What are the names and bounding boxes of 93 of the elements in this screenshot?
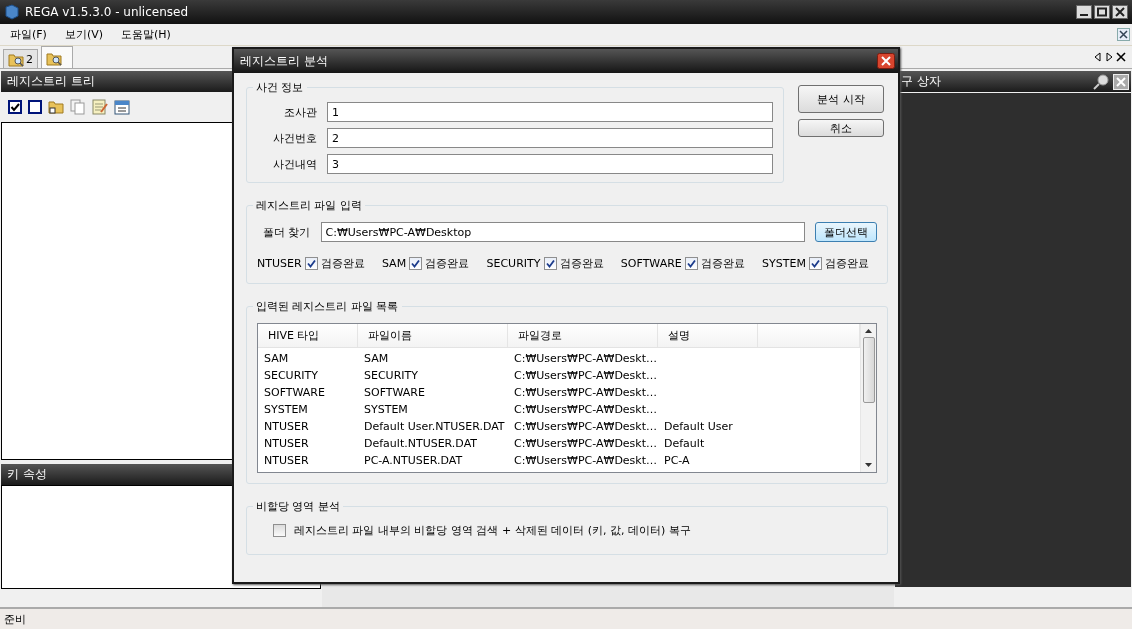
document-tab[interactable] <box>41 46 73 68</box>
input-field[interactable]: 2 <box>327 128 773 148</box>
field-label: 사건내역 <box>272 156 317 172</box>
close-icon[interactable] <box>1112 5 1128 19</box>
table-cell-text: PC-A <box>663 454 691 467</box>
table-cell-text: NTUSER <box>263 454 310 467</box>
table-cell-text: C:₩Users₩PC-A₩Deskt… <box>513 403 658 416</box>
status-label: 검증완료 <box>700 256 745 271</box>
table-cell-text: C:₩Users₩PC-A₩Deskt… <box>513 420 658 433</box>
table-cell-text: SECURITY <box>263 369 319 382</box>
table-cell-text: SOFTWARE <box>363 386 426 399</box>
table-cell-text: C:₩Users₩PC-A₩Deskt… <box>513 454 658 467</box>
right-arrow-icon[interactable] <box>1105 52 1113 62</box>
panel-title: 구 상자 <box>901 73 941 90</box>
folder-magnifier-icon <box>8 51 24 67</box>
table-cell-text: PC-A.NTUSER.DAT <box>363 454 464 467</box>
window-title: REGA v1.5.3.0 - unlicensed <box>25 5 189 19</box>
table-cell-text: Default <box>663 437 706 450</box>
maximize-icon[interactable] <box>1094 5 1110 19</box>
left-arrow-icon[interactable] <box>1094 52 1102 62</box>
field-label: 폴더 찾기 <box>262 224 311 240</box>
table-cell-text: SYSTEM <box>363 403 409 416</box>
notepad-pencil-icon[interactable] <box>92 99 108 115</box>
group-label: 사건 정보 <box>253 80 307 95</box>
table-cell-text: Default User.NTUSER.DAT <box>363 420 506 433</box>
table-cell-text: Default.NTUSER.DAT <box>363 437 479 450</box>
hive-label: SAM <box>381 257 407 270</box>
empty-box-icon[interactable] <box>28 100 42 114</box>
group-label: 레지스트리 파일 입력 <box>253 198 365 213</box>
cancel-button[interactable]: 취소 <box>798 119 884 137</box>
group-label: 비할당 영역 분석 <box>253 499 343 514</box>
hive-label: SYSTEM <box>762 257 806 270</box>
column-header[interactable]: 파일이름 <box>358 324 508 347</box>
table-cell-text: C:₩Users₩PC-A₩Deskt… <box>513 437 658 450</box>
table-cell-text: C:₩Users₩PC-A₩Deskt… <box>513 369 658 382</box>
checkbox[interactable] <box>808 257 822 270</box>
hive-label: SOFTWARE <box>620 257 682 270</box>
checked-box-icon[interactable] <box>8 100 22 114</box>
checkmark-icon <box>810 259 820 268</box>
table-cell-text: NTUSER <box>263 420 310 433</box>
close-icon[interactable] <box>877 53 895 69</box>
table-cell-text: SECURITY <box>363 369 419 382</box>
close-icon[interactable] <box>1116 52 1126 62</box>
hive-label: NTUSER <box>257 257 302 270</box>
table-cell-text: SOFTWARE <box>263 386 326 399</box>
up-arrow-icon[interactable] <box>865 329 872 333</box>
dialog-title: 레지스트리 분석 <box>240 52 328 70</box>
column-header[interactable]: HIVE 타입 <box>258 324 358 347</box>
checkmark-icon <box>306 259 316 268</box>
folder-icon[interactable] <box>48 99 64 115</box>
checkbox[interactable] <box>684 257 698 270</box>
scroll-thumb[interactable] <box>862 337 875 403</box>
checkmark-icon <box>545 259 555 268</box>
app-icon <box>4 4 20 20</box>
menu-item[interactable]: 도움말(H) <box>121 27 171 42</box>
menu-item[interactable]: 보기(V) <box>64 27 104 42</box>
folder-select-button[interactable]: 폴더선택 <box>815 222 877 242</box>
checkbox[interactable] <box>273 524 286 537</box>
input-field[interactable]: 1 <box>327 102 773 122</box>
status-label: 검증완료 <box>559 256 604 271</box>
group-label: 입력된 레지스트리 파일 목록 <box>253 299 402 314</box>
calendar-icon[interactable] <box>114 99 130 115</box>
table-cell-text: NTUSER <box>263 437 310 450</box>
table-cell-text: SAM <box>363 352 390 365</box>
folder-path-field[interactable]: C:₩Users₩PC-A₩Desktop <box>320 222 805 242</box>
checkmark-icon <box>686 259 696 268</box>
checkbox[interactable] <box>409 257 423 270</box>
status-label: 검증완료 <box>320 256 365 271</box>
option-label: 레지스트리 파일 내부의 비할당 영역 검색 + 삭제된 데이터 (키, 값, 데이터) 복구 <box>294 523 691 538</box>
down-arrow-icon[interactable] <box>865 463 872 467</box>
checkbox[interactable] <box>304 257 318 270</box>
status-label: 검증완료 <box>824 256 869 271</box>
status-text: 준비 <box>4 611 26 627</box>
status-label: 검증완료 <box>425 256 470 271</box>
field-label: 조사관 <box>283 104 317 120</box>
hive-label: SECURITY <box>486 257 541 270</box>
field-label: 사건번호 <box>272 130 317 146</box>
checkbox[interactable] <box>543 257 557 270</box>
column-header[interactable]: 파일경로 <box>508 324 658 347</box>
input-field[interactable]: 3 <box>327 154 773 174</box>
checkmark-icon <box>411 259 421 268</box>
scrollbar[interactable] <box>860 324 876 472</box>
table-cell-text: SAM <box>263 352 290 365</box>
close-icon[interactable] <box>1117 28 1130 41</box>
minimize-icon[interactable] <box>1076 5 1092 19</box>
start-analysis-button[interactable]: 분석 시작 <box>798 85 884 113</box>
table-cell-text: Default User <box>663 420 734 433</box>
table-cell-text: C:₩Users₩PC-A₩Deskt… <box>513 386 658 399</box>
table-cell-text: SYSTEM <box>263 403 309 416</box>
column-header[interactable]: 설명 <box>658 324 758 347</box>
document-tab[interactable]: 2 <box>3 49 38 68</box>
table-cell-text: C:₩Users₩PC-A₩Deskt… <box>513 352 658 365</box>
menu-item[interactable]: 파일(F) <box>10 27 47 42</box>
